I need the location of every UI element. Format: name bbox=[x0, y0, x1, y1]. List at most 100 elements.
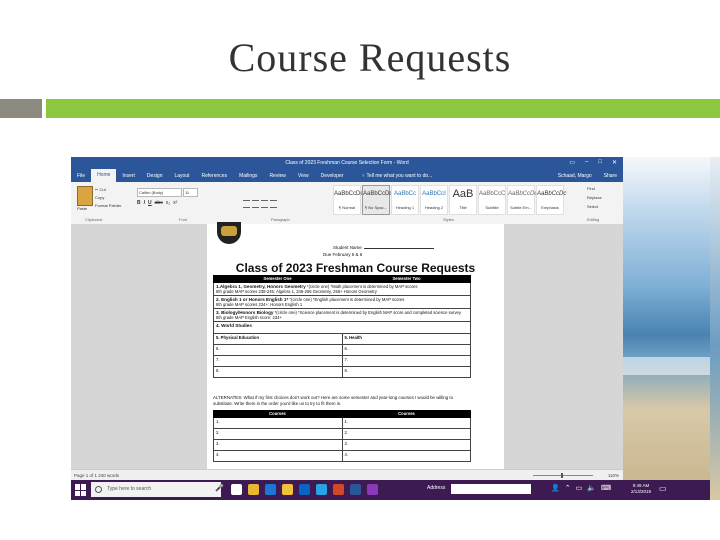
paste-icon[interactable] bbox=[77, 186, 93, 206]
alternates-text: ALTERNATES: What if my first choices don… bbox=[213, 395, 454, 406]
accent-bar-left bbox=[0, 99, 42, 118]
strikethrough-button[interactable]: abc bbox=[155, 200, 163, 206]
alternates-table: Courses Courses 1. 1. 2. 2. 3. 3. 4. 4. bbox=[213, 410, 471, 462]
share-button[interactable]: Share bbox=[598, 173, 623, 179]
tab-insert[interactable]: Insert bbox=[116, 173, 141, 179]
superscript-button[interactable]: x² bbox=[173, 200, 177, 206]
format-painter-button[interactable]: Format Painter bbox=[95, 203, 121, 208]
volume-icon[interactable]: 🔈 bbox=[587, 484, 596, 492]
style-normal[interactable]: AaBbCcDc ¶ Normal bbox=[333, 185, 363, 215]
ribbon-display-icon[interactable]: ▭ bbox=[569, 159, 575, 166]
course-table-header: Semester One Semester Two bbox=[213, 275, 471, 283]
align-center-icon[interactable] bbox=[252, 200, 259, 208]
taskbar-apps bbox=[231, 484, 378, 495]
windows-start-icon[interactable] bbox=[75, 484, 87, 496]
font-name-select[interactable]: Calibri (Body) bbox=[137, 188, 182, 197]
window-title: Class of 2023 Freshman Course Selection … bbox=[285, 160, 409, 166]
course-table: Semester One Semester Two 1.Algebra 1, G… bbox=[213, 275, 471, 378]
table-row: 5. Physical Education 5. Health bbox=[213, 334, 471, 345]
slide-title: Course Requests bbox=[228, 35, 512, 80]
task-view-icon[interactable] bbox=[231, 484, 242, 495]
copy-button[interactable]: Copy bbox=[95, 195, 104, 200]
cut-button[interactable]: ✂ Cut bbox=[95, 187, 106, 192]
tab-view[interactable]: View bbox=[292, 173, 315, 179]
style-heading-2[interactable]: AaBbCcI Heading 2 bbox=[420, 185, 448, 215]
tell-me-box[interactable]: ♀ Tell me what you want to do... bbox=[355, 173, 438, 179]
group-label-editing: Editing bbox=[587, 217, 600, 222]
taskbar-search[interactable]: Type here to search bbox=[91, 482, 221, 497]
table-row: 1.Algebra 1, Geometry, Honors Geometry *… bbox=[213, 283, 471, 296]
keyboard-icon[interactable]: ⌨ bbox=[601, 484, 611, 492]
zoom-slider[interactable] bbox=[533, 473, 593, 478]
subscript-button[interactable]: x₂ bbox=[166, 200, 170, 206]
user-name[interactable]: Schaad, Margo bbox=[552, 173, 598, 179]
replace-button[interactable]: Replace bbox=[587, 195, 602, 200]
minimize-icon[interactable]: – bbox=[585, 159, 588, 166]
format-buttons: B I U abc x₂ x² bbox=[137, 200, 177, 206]
tab-review[interactable]: Review bbox=[263, 173, 291, 179]
tab-references[interactable]: References bbox=[196, 173, 234, 179]
wallpaper-edge bbox=[710, 157, 720, 500]
find-button[interactable]: Find bbox=[587, 186, 595, 191]
tab-home[interactable]: Home bbox=[91, 169, 117, 182]
alternates-table-header: Courses Courses bbox=[213, 410, 471, 418]
style-subtle-emphasis[interactable]: AaBbCcDc Subtle Em... bbox=[507, 185, 537, 215]
search-placeholder: Type here to search bbox=[107, 486, 152, 492]
outlook-icon[interactable] bbox=[299, 484, 310, 495]
style-no-spacing[interactable]: AaBbCcDc ¶ No Spac... bbox=[362, 185, 392, 215]
table-row: 6. 6. bbox=[213, 345, 471, 356]
paste-button[interactable]: Paste bbox=[77, 206, 87, 211]
tab-file[interactable]: File bbox=[71, 173, 91, 179]
tab-mailings[interactable]: Mailings bbox=[233, 173, 263, 179]
zoom-thumb[interactable] bbox=[561, 473, 563, 478]
bold-button[interactable]: B bbox=[137, 200, 141, 206]
chevron-up-icon[interactable]: ⌃ bbox=[565, 484, 571, 492]
microphone-icon[interactable]: 🎤 bbox=[215, 484, 224, 492]
app-icon[interactable] bbox=[367, 484, 378, 495]
group-label-paragraph: Paragraph bbox=[271, 217, 290, 222]
zoom-level[interactable]: 110% bbox=[608, 473, 619, 478]
network-icon[interactable]: ▭ bbox=[576, 484, 583, 492]
font-size-select[interactable]: 11 bbox=[183, 188, 198, 197]
style-heading-1[interactable]: AaBbCc Heading 1 bbox=[391, 185, 419, 215]
ribbon: Paste ✂ Cut Copy Format Painter Calibri … bbox=[71, 182, 623, 225]
notification-icon[interactable]: ▭ bbox=[659, 484, 667, 493]
table-row: 3. Biology/Honors Biology *(circle one) … bbox=[213, 309, 471, 322]
word-icon[interactable] bbox=[350, 484, 361, 495]
chrome-icon[interactable] bbox=[248, 484, 259, 495]
styles-gallery: AaBbCcDc ¶ Normal AaBbCcDc ¶ No Spac... Aa… bbox=[333, 185, 566, 215]
system-tray: 👤 ⌃ ▭ 🔈 ⌨ bbox=[551, 484, 611, 492]
align-left-icon[interactable] bbox=[243, 200, 250, 208]
powerpoint-icon[interactable] bbox=[333, 484, 344, 495]
page-word-count: Page 1 of 1 240 words bbox=[74, 473, 120, 478]
tab-developer[interactable]: Developer bbox=[315, 173, 350, 179]
clock[interactable]: 9:49 AM 2/13/2019 bbox=[631, 483, 651, 495]
school-logo bbox=[217, 222, 241, 244]
photoshop-icon[interactable] bbox=[316, 484, 327, 495]
align-right-icon[interactable] bbox=[261, 200, 268, 208]
document-page[interactable]: Student Name Due February 5 & 6 Class of… bbox=[207, 222, 504, 469]
edge-icon[interactable] bbox=[265, 484, 276, 495]
style-title[interactable]: AaB Title bbox=[449, 185, 477, 215]
select-button[interactable]: Select bbox=[587, 204, 598, 209]
close-icon[interactable]: ✕ bbox=[612, 159, 617, 166]
tab-design[interactable]: Design bbox=[141, 173, 169, 179]
italic-button[interactable]: I bbox=[144, 200, 145, 206]
tab-layout[interactable]: Layout bbox=[169, 173, 196, 179]
underline-button[interactable]: U bbox=[148, 200, 152, 206]
table-row: 4. World Studies bbox=[213, 322, 471, 334]
justify-icon[interactable] bbox=[270, 200, 277, 208]
paragraph-buttons bbox=[243, 200, 277, 208]
window-controls: ▭ – □ ✕ bbox=[569, 159, 617, 166]
address-input[interactable] bbox=[451, 484, 531, 494]
student-name-field: Student Name bbox=[333, 245, 434, 250]
table-row: 8. 8. bbox=[213, 367, 471, 378]
people-icon[interactable]: 👤 bbox=[551, 484, 560, 492]
table-row: 1. 1. bbox=[213, 418, 471, 429]
style-emphasis[interactable]: AaBbCcDc Emphasis bbox=[536, 185, 566, 215]
maximize-icon[interactable]: □ bbox=[598, 159, 602, 166]
style-subtitle[interactable]: AaBbCcC Subtitle bbox=[478, 185, 506, 215]
file-explorer-icon[interactable] bbox=[282, 484, 293, 495]
taskbar: Type here to search 🎤 Address 👤 ⌃ ▭ 🔈 ⌨ … bbox=[71, 480, 720, 500]
table-row: 2. English 1 or Honors English 1* *(circ… bbox=[213, 296, 471, 309]
